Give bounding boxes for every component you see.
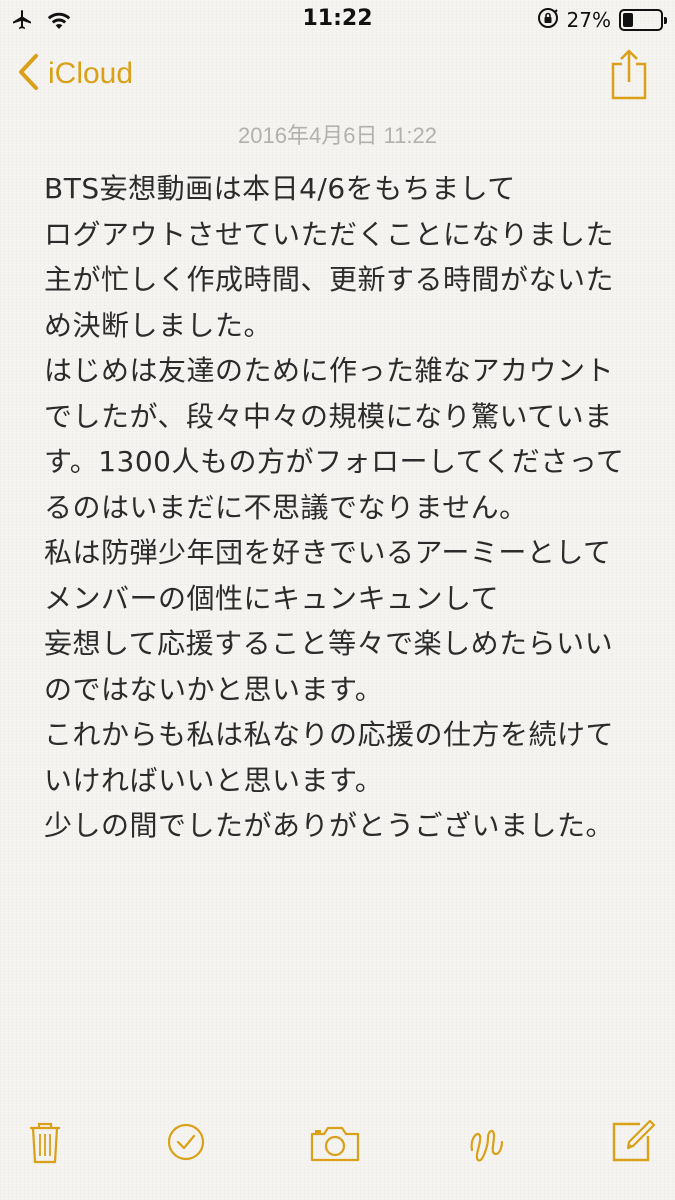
note-date: 2016年4月6日 11:22 bbox=[238, 123, 437, 148]
bottom-toolbar bbox=[0, 1104, 675, 1200]
note-line: いければいいと思います。 bbox=[44, 763, 384, 797]
note-line: はじめは友達のために作った雑なアカウント bbox=[44, 354, 615, 387]
note-line: ログアウトさせていただくことになりました bbox=[44, 217, 615, 251]
share-icon bbox=[609, 49, 649, 104]
compose-icon bbox=[610, 1119, 656, 1168]
back-button[interactable]: iCloud bbox=[16, 52, 133, 96]
note-line: BTS妄想動画は本日4/6をもちまして bbox=[44, 172, 516, 205]
status-bar: 11:22 27% bbox=[0, 0, 675, 40]
note-line: 少しの間でしたがありがとうございました。 bbox=[44, 809, 615, 842]
share-button[interactable] bbox=[609, 48, 649, 104]
note-line: 妄想して応援すること等々で楽しめたらいい bbox=[44, 627, 614, 660]
note-line: のではないかと思います。 bbox=[44, 672, 384, 706]
note-line: これからも私は私なりの応援の仕方を続けて bbox=[44, 718, 615, 751]
compose-button[interactable] bbox=[610, 1118, 656, 1168]
chevron-left-icon bbox=[16, 52, 40, 96]
note-line: でしたが、段々中々の規模になり驚いていま bbox=[44, 399, 613, 433]
note-line: す。1300人もの方がフォローしてくださって bbox=[44, 445, 625, 478]
notes-screen: 11:22 27% iCloud 2016年4月6日 11:22 BTS妄想動画… bbox=[0, 0, 675, 1200]
battery-percent: 27% bbox=[566, 8, 611, 32]
status-right: 27% bbox=[537, 7, 667, 33]
note-line: め決断しました。 bbox=[44, 308, 273, 342]
orientation-lock-icon bbox=[537, 7, 559, 33]
camera-icon bbox=[309, 1126, 361, 1166]
back-label: iCloud bbox=[48, 57, 134, 90]
note-line: るのはいまだに不思議でなりません。 bbox=[44, 490, 528, 524]
note-line: 私は防弾少年団を好きでいるアーミーとして bbox=[44, 536, 612, 569]
checklist-icon bbox=[166, 1123, 206, 1166]
battery-icon bbox=[619, 9, 667, 31]
checklist-button[interactable] bbox=[166, 1122, 206, 1166]
sketch-icon bbox=[466, 1129, 506, 1168]
nav-bar: iCloud bbox=[0, 40, 675, 112]
note-line: 主が忙しく作成時間、更新する時間がないた bbox=[44, 263, 615, 296]
note-body[interactable]: BTS妄想動画は本日4/6をもちまして ログアウトさせていただくことになりました… bbox=[44, 166, 644, 849]
camera-button[interactable] bbox=[309, 1126, 361, 1166]
note-line: メンバーの個性にキュンキュンして bbox=[44, 581, 500, 615]
trash-icon bbox=[28, 1122, 62, 1168]
sketch-button[interactable] bbox=[466, 1116, 506, 1168]
battery-fill bbox=[623, 13, 633, 27]
delete-button[interactable] bbox=[28, 1120, 62, 1168]
